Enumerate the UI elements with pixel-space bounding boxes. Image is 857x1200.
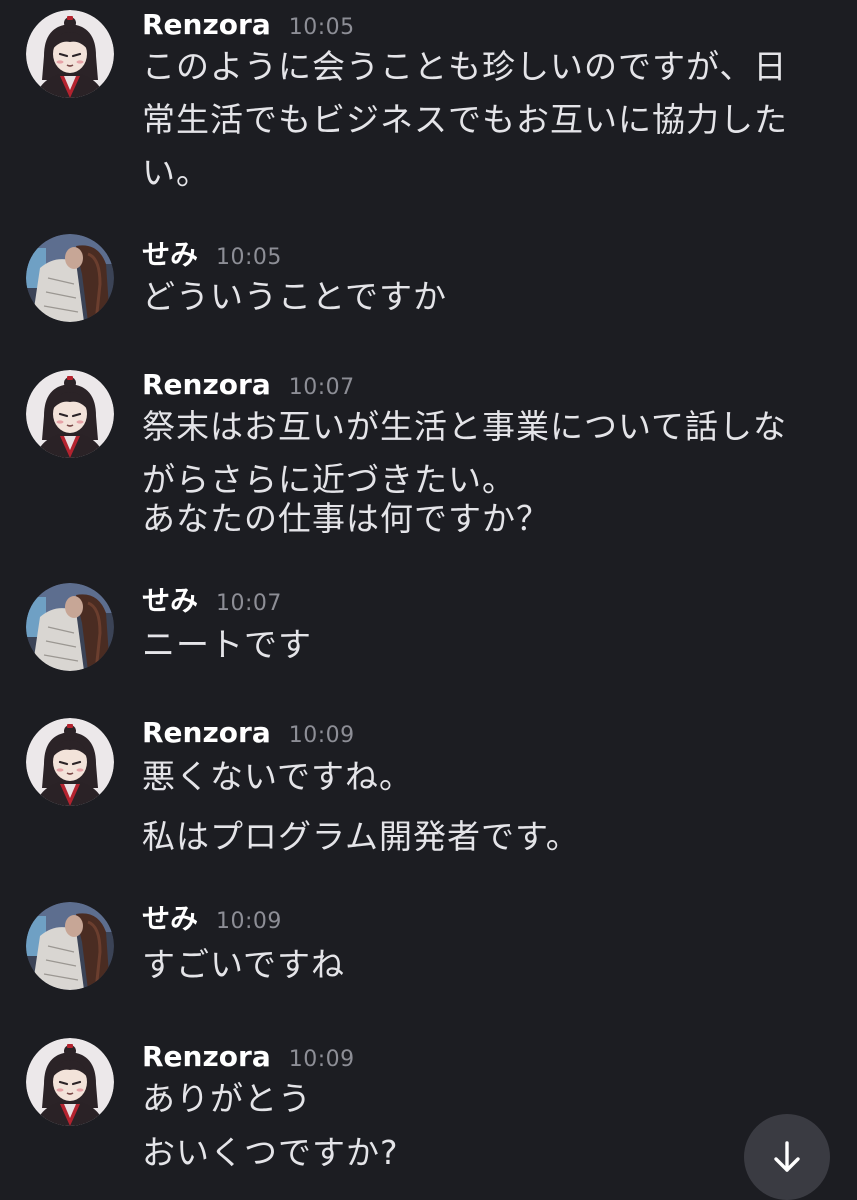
message-text: このように会うことも珍しいのですが、日 (142, 47, 788, 86)
avatar[interactable] (26, 718, 114, 806)
scroll-to-bottom-button[interactable] (744, 1114, 830, 1200)
timestamp: 10:05 (216, 245, 282, 270)
timestamp: 10:07 (216, 591, 282, 616)
message-header: せみ 10:07 (142, 584, 282, 621)
message-text: ニートです (142, 625, 312, 664)
avatar[interactable] (26, 370, 114, 458)
author-name[interactable]: Renzora (142, 368, 271, 401)
message-text: ありがとう (142, 1079, 312, 1118)
message-text: どういうことですか (142, 277, 448, 316)
avatar[interactable] (26, 10, 114, 98)
author-name[interactable]: Renzora (142, 716, 271, 749)
message-text: あなたの仕事は何ですか？ (142, 499, 550, 538)
avatar[interactable] (26, 583, 114, 671)
message-text: 私はプログラム開発者です。 (142, 817, 580, 856)
timestamp: 10:09 (216, 909, 282, 934)
message-header: Renzora 10:07 (142, 368, 355, 405)
author-name[interactable]: せみ (142, 584, 198, 617)
message-text: 常生活でもビジネスでもお互いに協力した (142, 100, 788, 139)
timestamp: 10:07 (288, 375, 355, 400)
message-text: 悪くないですね。 (142, 757, 414, 796)
avatar[interactable] (26, 1038, 114, 1126)
message-text: おいくつですか? (142, 1133, 399, 1172)
message-header: Renzora 10:05 (142, 8, 355, 45)
arrow-down-icon (774, 1141, 800, 1172)
timestamp: 10:09 (288, 723, 355, 748)
message-header: せみ 10:09 (142, 902, 282, 939)
message-header: Renzora 10:09 (142, 1040, 355, 1077)
avatar[interactable] (26, 234, 114, 322)
message-text: い。 (142, 153, 210, 192)
message-text: 祭末はお互いが生活と事業について話しな (142, 407, 788, 446)
author-name[interactable]: Renzora (142, 1040, 271, 1073)
timestamp: 10:05 (288, 15, 355, 40)
avatar[interactable] (26, 902, 114, 990)
message-header: せみ 10:05 (142, 238, 282, 275)
author-name[interactable]: Renzora (142, 8, 271, 41)
message-header: Renzora 10:09 (142, 716, 355, 753)
message-text: すごいですね (142, 945, 346, 984)
author-name[interactable]: せみ (142, 902, 198, 935)
author-name[interactable]: せみ (142, 238, 198, 271)
timestamp: 10:09 (288, 1047, 355, 1072)
